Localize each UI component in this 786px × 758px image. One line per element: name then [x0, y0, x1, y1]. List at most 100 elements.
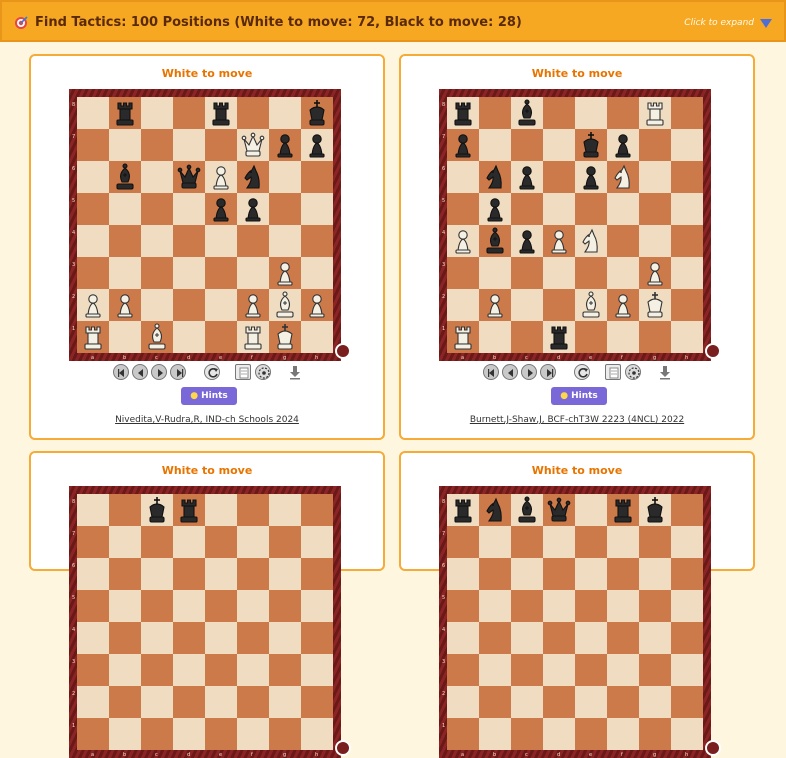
board-square[interactable]	[237, 494, 269, 526]
board-square[interactable]	[639, 526, 671, 558]
board-square[interactable]	[173, 289, 205, 321]
board-square[interactable]	[173, 558, 205, 590]
board-square[interactable]	[77, 526, 109, 558]
board-square[interactable]	[543, 718, 575, 750]
board-square[interactable]	[109, 321, 141, 353]
board-square[interactable]	[575, 526, 607, 558]
board-square[interactable]	[173, 225, 205, 257]
board-square[interactable]	[447, 558, 479, 590]
board-square[interactable]	[109, 654, 141, 686]
board-square[interactable]	[141, 193, 173, 225]
board-square[interactable]	[575, 257, 607, 289]
board-square[interactable]	[301, 558, 333, 590]
board-square[interactable]	[77, 225, 109, 257]
board-square[interactable]	[479, 718, 511, 750]
hints-button[interactable]: ● Hints	[181, 387, 237, 405]
board-square[interactable]	[511, 257, 543, 289]
board-square[interactable]	[109, 558, 141, 590]
next-icon[interactable]	[151, 364, 167, 380]
board-square[interactable]	[511, 622, 543, 654]
board-square[interactable]	[173, 718, 205, 750]
board-square[interactable]	[301, 718, 333, 750]
board-square[interactable]	[109, 129, 141, 161]
board-square[interactable]	[479, 686, 511, 718]
board-square[interactable]	[607, 257, 639, 289]
board-square[interactable]	[109, 225, 141, 257]
board-square[interactable]	[237, 97, 269, 129]
board-square[interactable]	[173, 193, 205, 225]
board-squares[interactable]: 8 7 6 5 4 3 2 1 a b c d e f g h	[439, 89, 711, 361]
board-square[interactable]	[269, 161, 301, 193]
download-icon[interactable]	[657, 364, 673, 380]
board-square[interactable]	[671, 718, 703, 750]
board-square[interactable]	[141, 257, 173, 289]
board-square[interactable]	[205, 686, 237, 718]
board-square[interactable]	[205, 526, 237, 558]
board-square[interactable]	[671, 97, 703, 129]
board-square[interactable]	[141, 161, 173, 193]
board-square[interactable]	[671, 193, 703, 225]
chevron-down-icon[interactable]	[760, 17, 772, 29]
board-square[interactable]	[575, 718, 607, 750]
board-square[interactable]	[269, 193, 301, 225]
board-square[interactable]	[141, 225, 173, 257]
board-square[interactable]	[575, 622, 607, 654]
board-square[interactable]	[639, 161, 671, 193]
board-square[interactable]	[575, 494, 607, 526]
board-square[interactable]	[639, 129, 671, 161]
board-square[interactable]	[141, 718, 173, 750]
board-square[interactable]	[447, 622, 479, 654]
board-square[interactable]	[77, 686, 109, 718]
board-square[interactable]	[671, 654, 703, 686]
board-square[interactable]	[269, 558, 301, 590]
prev-icon[interactable]	[502, 364, 518, 380]
board-square[interactable]	[543, 129, 575, 161]
board-square[interactable]	[479, 321, 511, 353]
next-icon[interactable]	[521, 364, 537, 380]
board-square[interactable]	[237, 718, 269, 750]
board-square[interactable]	[173, 686, 205, 718]
board-square[interactable]	[77, 718, 109, 750]
board-square[interactable]	[671, 526, 703, 558]
board-square[interactable]	[109, 494, 141, 526]
board-square[interactable]	[77, 558, 109, 590]
board-square[interactable]	[511, 129, 543, 161]
board-square[interactable]	[205, 558, 237, 590]
board-square[interactable]	[511, 654, 543, 686]
board-square[interactable]	[671, 225, 703, 257]
board-square[interactable]	[607, 654, 639, 686]
board-square[interactable]	[109, 590, 141, 622]
board-square[interactable]	[269, 97, 301, 129]
board-square[interactable]	[575, 590, 607, 622]
board-square[interactable]	[269, 526, 301, 558]
board-square[interactable]	[447, 590, 479, 622]
board-square[interactable]	[109, 718, 141, 750]
board-square[interactable]	[269, 718, 301, 750]
board-square[interactable]	[511, 686, 543, 718]
board-square[interactable]	[543, 193, 575, 225]
board-square[interactable]	[173, 97, 205, 129]
board-square[interactable]	[543, 686, 575, 718]
board-square[interactable]	[575, 686, 607, 718]
board-square[interactable]	[301, 590, 333, 622]
board-square[interactable]	[671, 590, 703, 622]
board-square[interactable]	[237, 257, 269, 289]
board-square[interactable]	[301, 321, 333, 353]
board-square[interactable]	[301, 526, 333, 558]
board-square[interactable]	[301, 686, 333, 718]
puzzle-collection-header[interactable]: Find Tactics: 100 Positions (White to mo…	[0, 0, 786, 42]
board-square[interactable]	[447, 526, 479, 558]
board-square[interactable]	[173, 321, 205, 353]
board-square[interactable]	[543, 257, 575, 289]
board-square[interactable]	[77, 97, 109, 129]
hints-button[interactable]: ● Hints	[551, 387, 607, 405]
chess-board[interactable]: 8 7 6 5 4 3 2 1 a b c d e f g h	[439, 89, 721, 361]
board-square[interactable]	[511, 526, 543, 558]
board-square[interactable]	[141, 97, 173, 129]
board-square[interactable]	[109, 193, 141, 225]
board-square[interactable]	[447, 289, 479, 321]
board-square[interactable]	[607, 97, 639, 129]
board-square[interactable]	[543, 654, 575, 686]
board-resize-handle[interactable]	[705, 740, 721, 756]
board-square[interactable]	[173, 654, 205, 686]
